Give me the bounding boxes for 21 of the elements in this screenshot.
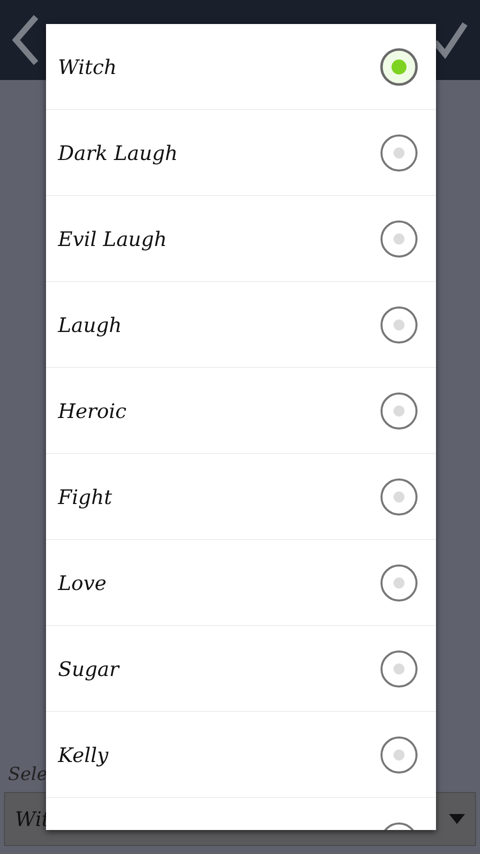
option-row[interactable]: Heroic: [46, 368, 436, 454]
radio-button[interactable]: [380, 392, 418, 430]
option-row[interactable]: Evil Laugh: [46, 196, 436, 282]
field-label: Sele: [7, 763, 48, 787]
radio-button[interactable]: [380, 220, 418, 258]
option-row[interactable]: Love: [46, 540, 436, 626]
radio-button[interactable]: [380, 650, 418, 688]
radio-button[interactable]: [380, 134, 418, 172]
option-row[interactable]: Witch: [46, 24, 436, 110]
back-icon[interactable]: [12, 13, 40, 67]
radio-button[interactable]: [380, 564, 418, 602]
radio-button[interactable]: [380, 478, 418, 516]
option-row[interactable]: Fight: [46, 454, 436, 540]
radio-button[interactable]: [380, 48, 418, 86]
dropdown-arrow-icon: [449, 814, 465, 824]
radio-button[interactable]: [380, 306, 418, 344]
option-row[interactable]: Laugh: [46, 282, 436, 368]
option-row[interactable]: Kelly: [46, 712, 436, 798]
radio-button[interactable]: [380, 736, 418, 774]
option-row[interactable]: Sugar: [46, 626, 436, 712]
option-row[interactable]: Dark Laugh: [46, 110, 436, 196]
